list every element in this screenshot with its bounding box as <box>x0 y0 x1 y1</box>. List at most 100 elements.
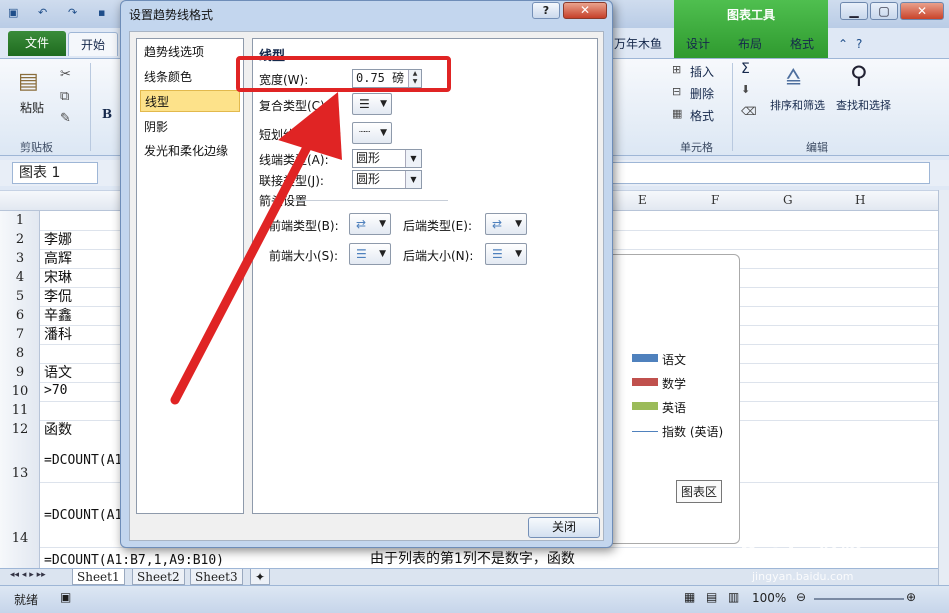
row-header[interactable]: 2 <box>0 232 40 247</box>
tab-design-label: 设计 <box>686 37 711 51</box>
sheet-nav-arrows-icon[interactable]: ◂◂ ◂ ▸ ▸▸ <box>10 570 46 580</box>
cell-a4[interactable]: 宋琳 <box>44 267 72 287</box>
zoom-out-icon[interactable]: ⊖ <box>796 590 806 604</box>
begin-type-label: 前端类型(B): <box>269 219 339 233</box>
dialog-close-button[interactable]: 关闭 <box>528 517 600 538</box>
zoom-in-icon[interactable]: ⊕ <box>906 590 916 604</box>
row-header[interactable]: 8 <box>0 346 40 361</box>
copy-icon[interactable]: ⧉ <box>60 89 69 104</box>
legend-item[interactable]: 语文 <box>632 351 686 368</box>
fill-icon[interactable]: ⬇ <box>741 83 750 96</box>
sheet-tab-sheet3[interactable]: Sheet3 <box>190 569 243 585</box>
row-header[interactable]: 6 <box>0 308 40 323</box>
cell-a9[interactable]: 语文 <box>44 362 72 382</box>
tab-layout[interactable]: 布局 <box>738 32 762 56</box>
zoom-level[interactable]: 100% <box>752 591 786 605</box>
column-header-g[interactable]: G <box>783 193 793 207</box>
cell-a14[interactable]: =DCOUNT(A1 <box>44 508 122 523</box>
row-header[interactable]: 3 <box>0 251 40 266</box>
nav-item-line-color[interactable]: 线条颜色 <box>140 66 240 88</box>
macro-record-icon[interactable]: ▣ <box>60 590 71 604</box>
minimize-button[interactable]: ▁ <box>840 2 868 20</box>
tab-format[interactable]: 格式 <box>790 32 814 56</box>
clear-icon[interactable]: ⌫ <box>741 105 757 118</box>
row-header[interactable]: 5 <box>0 289 40 304</box>
paste-button[interactable]: 粘贴 <box>20 99 44 116</box>
page-layout-icon[interactable]: ▤ <box>706 590 717 604</box>
row-header[interactable]: 1 <box>0 213 40 228</box>
tab-partial[interactable]: 万年木鱼 <box>614 32 662 56</box>
join-type-select[interactable]: 圆形 ▼ <box>352 170 422 189</box>
cell-a2[interactable]: 李娜 <box>44 229 72 249</box>
nav-item-shadow[interactable]: 阴影 <box>140 116 240 138</box>
end-type-dropdown[interactable]: ⇄ ▼ <box>485 213 527 235</box>
formula-input[interactable] <box>600 162 930 184</box>
column-header-e[interactable]: E <box>638 193 647 207</box>
sort-filter-button[interactable]: 排序和筛选 <box>770 97 825 113</box>
window-close-button[interactable]: ✕ <box>900 2 944 20</box>
row-header[interactable]: 12 <box>0 422 40 437</box>
tab-design[interactable]: 设计 <box>686 32 710 56</box>
row-header[interactable]: 14 <box>0 531 40 546</box>
dash-type-dropdown[interactable]: ┈┈ ▼ <box>352 122 392 144</box>
cell-a7[interactable]: 潘科 <box>44 324 72 344</box>
row-header[interactable]: 9 <box>0 365 40 380</box>
delete-cells-button[interactable]: 删除 <box>690 85 714 102</box>
nav-item-line-style[interactable]: 线型 <box>140 90 240 112</box>
insert-sheet-icon[interactable]: ✦ <box>250 569 271 585</box>
format-cells-button[interactable]: 格式 <box>690 107 714 124</box>
dialog-close-x-button[interactable]: ✕ <box>563 2 607 19</box>
cell-note-text[interactable]: 由于列表的第1列不是数字，函数 <box>370 548 575 568</box>
sheet-tab-sheet2[interactable]: Sheet2 <box>132 569 185 585</box>
legend-item[interactable]: 数学 <box>632 375 686 392</box>
find-select-button[interactable]: 查找和选择 <box>836 97 891 113</box>
cap-type-select[interactable]: 圆形 ▼ <box>352 149 422 168</box>
begin-type-dropdown[interactable]: ⇄ ▼ <box>349 213 391 235</box>
zoom-slider[interactable] <box>814 598 904 600</box>
nav-item-trendline-options[interactable]: 趋势线选项 <box>140 41 240 63</box>
normal-view-icon[interactable]: ▦ <box>684 590 695 604</box>
cell-a6[interactable]: 辛鑫 <box>44 305 72 325</box>
cell-a15-partial[interactable]: =DCOUNT(A1:B7,1,A9:B10) <box>44 553 224 568</box>
cell-a3[interactable]: 高辉 <box>44 248 72 268</box>
undo-icon[interactable]: ↶ <box>38 6 47 19</box>
save-icon[interactable]: ▪ <box>98 6 105 19</box>
tab-partial-label: 万年木鱼 <box>614 37 663 51</box>
cell-a10[interactable]: >70 <box>44 383 67 398</box>
vertical-scrollbar[interactable] <box>938 190 949 585</box>
redo-icon[interactable]: ↷ <box>68 6 77 19</box>
cell-a13[interactable]: =DCOUNT(A1 <box>44 453 122 468</box>
help-icon[interactable]: ? <box>856 32 862 56</box>
dialog-help-button[interactable]: ? <box>532 2 560 19</box>
paste-icon: ▤ <box>18 69 39 94</box>
end-size-dropdown[interactable]: ☰ ▼ <box>485 243 527 265</box>
compound-type-dropdown[interactable]: ☰ ▼ <box>352 93 392 115</box>
cell-a5[interactable]: 李侃 <box>44 286 72 306</box>
nav-item-glow-soft-edges[interactable]: 发光和柔化边缘 <box>140 140 240 162</box>
row-header[interactable]: 4 <box>0 270 40 285</box>
cut-icon[interactable]: ✂ <box>60 67 71 82</box>
name-box[interactable]: 图表 1 <box>12 162 98 184</box>
row-header[interactable]: 11 <box>0 403 40 418</box>
column-header-f[interactable]: F <box>711 193 719 207</box>
legend-item[interactable]: 指数 (英语) <box>632 423 723 440</box>
sheet-tab-sheet1[interactable]: Sheet1 <box>72 569 125 585</box>
row-header[interactable]: 13 <box>0 466 40 481</box>
legend-item[interactable]: 英语 <box>632 399 686 416</box>
tab-file[interactable]: 文件 <box>8 31 66 56</box>
cell-a12[interactable]: 函数 <box>44 419 72 439</box>
chart-area[interactable]: 语文 数学 英语 指数 (英语) 图表区 <box>612 254 740 544</box>
collapse-ribbon-icon[interactable]: ⌃ <box>838 32 848 56</box>
row-header[interactable]: 10 <box>0 384 40 399</box>
bold-button[interactable]: B <box>102 107 112 121</box>
begin-size-dropdown[interactable]: ☰ ▼ <box>349 243 391 265</box>
autosum-button[interactable]: Σ <box>741 61 750 77</box>
tab-home[interactable]: 开始 <box>68 32 118 56</box>
baidu-watermark-url: jingyan.baidu.com <box>752 570 854 583</box>
column-header-h[interactable]: H <box>855 193 865 207</box>
maximize-button[interactable]: ▢ <box>870 2 898 20</box>
insert-cells-button[interactable]: 插入 <box>690 63 714 80</box>
page-break-icon[interactable]: ▥ <box>728 590 739 604</box>
format-painter-icon[interactable]: ✎ <box>60 111 71 126</box>
row-header[interactable]: 7 <box>0 327 40 342</box>
